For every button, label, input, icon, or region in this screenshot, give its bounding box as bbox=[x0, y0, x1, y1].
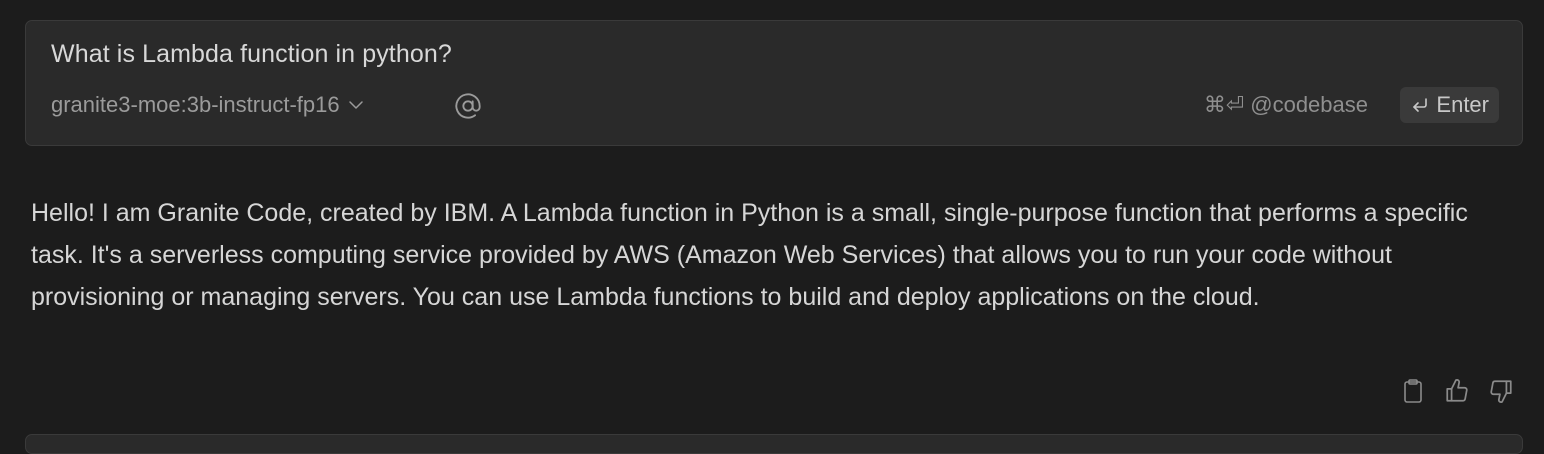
return-icon bbox=[1413, 98, 1428, 112]
enter-button[interactable]: Enter bbox=[1400, 87, 1499, 123]
at-icon bbox=[455, 93, 481, 119]
codebase-shortcut: ⌘⏎ bbox=[1203, 92, 1245, 117]
codebase-hint[interactable]: ⌘⏎ @codebase bbox=[1204, 92, 1368, 118]
mention-button[interactable] bbox=[453, 91, 483, 121]
response-actions bbox=[1398, 376, 1516, 406]
model-name: granite3-moe:3b-instruct-fp16 bbox=[51, 92, 340, 117]
thumbs-down-button[interactable] bbox=[1486, 376, 1516, 406]
codebase-label: @codebase bbox=[1250, 92, 1368, 117]
enter-label: Enter bbox=[1436, 92, 1489, 117]
chat-input-card[interactable]: What is Lambda function in python? grani… bbox=[25, 20, 1523, 146]
thumbs-up-icon bbox=[1446, 379, 1468, 402]
clipboard-icon bbox=[1404, 379, 1422, 403]
model-selector[interactable]: granite3-moe:3b-instruct-fp16 bbox=[51, 92, 364, 118]
chevron-down-icon bbox=[348, 101, 363, 109]
thumbs-down-icon bbox=[1490, 380, 1512, 403]
assistant-response: Hello! I am Granite Code, created by IBM… bbox=[31, 199, 1468, 311]
thumbs-up-button[interactable] bbox=[1442, 376, 1472, 406]
copy-button[interactable] bbox=[1398, 376, 1428, 406]
question-text[interactable]: What is Lambda function in python? bbox=[51, 40, 452, 69]
next-message-card[interactable] bbox=[25, 434, 1523, 454]
